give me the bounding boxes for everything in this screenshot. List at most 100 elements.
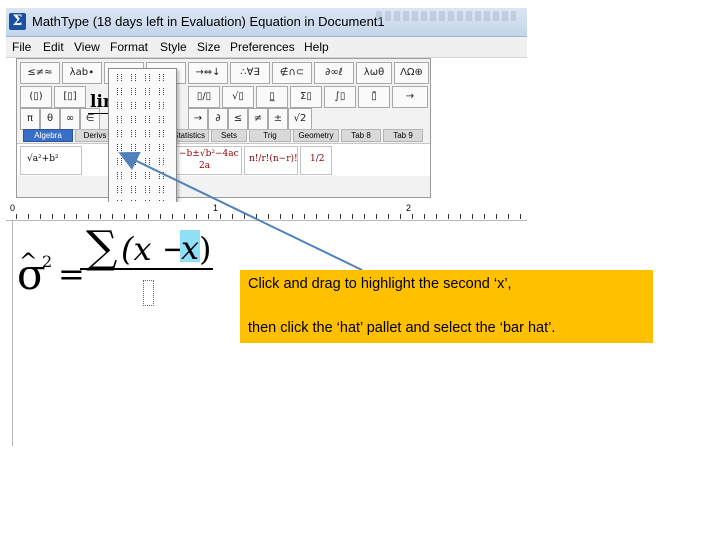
instruction-line-2: then click the ‘hat’ pallet and select t… (248, 320, 556, 336)
palette-cell[interactable] (113, 143, 124, 152)
equals-sign: = (58, 255, 85, 293)
palette-cell[interactable] (113, 171, 124, 180)
palette-cell[interactable] (127, 185, 138, 194)
numerator-expression: (x − (121, 230, 189, 268)
menu-preferences[interactable]: Preferences (230, 40, 295, 54)
menu-style[interactable]: Style (160, 40, 187, 54)
arrow-symbols-button[interactable]: →⇔↓ (188, 62, 228, 84)
palette-cell[interactable] (155, 101, 166, 110)
tab-geometry[interactable]: Geometry (293, 129, 339, 142)
palette-cell[interactable] (141, 171, 152, 180)
palette-cell[interactable] (113, 129, 124, 138)
tab-8[interactable]: Tab 8 (341, 129, 381, 142)
partial-button[interactable]: ∂ (208, 108, 228, 130)
document-left-edge (12, 220, 13, 446)
palette-cell[interactable] (155, 73, 166, 82)
overbar-templates-button[interactable]: ▯̄ (358, 86, 390, 108)
logical-symbols-button[interactable]: ∴∀∃ (230, 62, 270, 84)
palette-cell[interactable] (155, 115, 166, 124)
palette-cell[interactable] (127, 157, 138, 166)
infinity-button[interactable]: ∞ (60, 108, 80, 130)
combination-template-label: n!/r!(n−r)! (249, 154, 298, 164)
palette-cell[interactable] (127, 143, 138, 152)
palette-cell[interactable] (155, 129, 166, 138)
combination-template[interactable]: n!/r!(n−r)! (244, 146, 298, 175)
palette-cell[interactable] (127, 87, 138, 96)
fraction-bar (80, 268, 213, 270)
theta-button[interactable]: θ (40, 108, 60, 130)
right-arrow-button[interactable]: → (188, 108, 208, 130)
less-equal-button[interactable]: ≤ (228, 108, 248, 130)
instruction-callout: Click and drag to highlight the second ‘… (240, 270, 653, 343)
palette-cell[interactable] (113, 185, 124, 194)
palette-cell[interactable] (127, 171, 138, 180)
greek-lowercase-button[interactable]: λωθ (356, 62, 392, 84)
not-equal-button[interactable]: ≠ (248, 108, 268, 130)
menu-help[interactable]: Help (304, 40, 329, 54)
menu-view[interactable]: View (74, 40, 100, 54)
hat-accent: ^ (19, 250, 38, 275)
palette-cell[interactable] (141, 129, 152, 138)
palette-cell[interactable] (141, 115, 152, 124)
selected-x[interactable]: x (180, 230, 200, 266)
subscript-templates-button[interactable]: ▯̲ (256, 86, 288, 108)
tab-trig[interactable]: Trig (249, 129, 291, 142)
tab-9[interactable]: Tab 9 (383, 129, 423, 142)
menu-size[interactable]: Size (197, 40, 220, 54)
palette-cell[interactable] (113, 101, 124, 110)
embellishment-palette (108, 68, 177, 213)
sqrt2-button[interactable]: √2 (288, 108, 312, 130)
mathtype-toolbar: ≤≠≈ λab∙ ⁎⁏∴ ±•⊗ →⇔↓ ∴∀∃ ∉∩⊂ ∂∞ℓ λωθ ΛΩ⊕… (16, 58, 431, 198)
tab-algebra[interactable]: Algebra (23, 129, 73, 142)
palette-cell[interactable] (113, 157, 124, 166)
palette-cell[interactable] (155, 157, 166, 166)
arrow-templates-button[interactable]: → (392, 86, 428, 108)
palette-cell[interactable] (141, 157, 152, 166)
palette-cell[interactable] (141, 143, 152, 152)
ruler-ticks (16, 214, 521, 219)
radical-templates-button[interactable]: √▯ (222, 86, 254, 108)
palette-cell[interactable] (155, 171, 166, 180)
misc-symbols-button[interactable]: ∂∞ℓ (314, 62, 354, 84)
plus-minus-button[interactable]: ± (268, 108, 288, 130)
instruction-line-1: Click and drag to highlight the second ‘… (248, 276, 512, 292)
bracket-templates-button[interactable]: [▯] (54, 86, 86, 108)
palette-cell[interactable] (127, 101, 138, 110)
set-theory-symbols-button[interactable]: ∉∩⊂ (272, 62, 312, 84)
palette-cell[interactable] (127, 115, 138, 124)
palette-cell[interactable] (141, 101, 152, 110)
fraction-templates-button[interactable]: ▯/▯ (188, 86, 220, 108)
spaces-ellipses-button[interactable]: λab∙ (62, 62, 102, 84)
palette-cell[interactable] (113, 87, 124, 96)
pi-button[interactable]: π (20, 108, 40, 130)
palette-cell[interactable] (141, 185, 152, 194)
palette-cell[interactable] (141, 73, 152, 82)
palette-cell[interactable] (155, 143, 166, 152)
menu-format[interactable]: Format (110, 40, 148, 54)
closing-paren: ) (199, 230, 212, 268)
menu-file[interactable]: File (12, 40, 31, 54)
palette-cell[interactable] (141, 87, 152, 96)
empty-denominator-slot[interactable] (143, 280, 154, 306)
menu-edit[interactable]: Edit (43, 40, 64, 54)
relational-symbols-button[interactable]: ≤≠≈ (20, 62, 60, 84)
palette-cell[interactable] (155, 87, 166, 96)
title-bar-overlap (376, 11, 516, 21)
summation-symbol: ∑ (86, 222, 118, 273)
half-fraction-template[interactable]: 1/2 (300, 146, 332, 175)
palette-cell[interactable] (127, 73, 138, 82)
palette-cell[interactable] (113, 73, 124, 82)
greek-uppercase-button[interactable]: ΛΩ⊕ (394, 62, 429, 84)
half-fraction-template-label: 1/2 (310, 154, 325, 164)
palette-cell[interactable] (113, 115, 124, 124)
summation-templates-button[interactable]: Σ▯ (290, 86, 322, 108)
tab-sets[interactable]: Sets (211, 129, 247, 142)
palette-cell[interactable] (155, 185, 166, 194)
quadratic-template[interactable]: −b±√b²−4ac 2a (174, 146, 242, 175)
palette-tab-row: Algebra Derivs Statistics Sets Trig Geom… (17, 129, 430, 142)
integral-templates-button[interactable]: ∫▯ (324, 86, 356, 108)
palette-cell[interactable] (127, 129, 138, 138)
hypotenuse-template-label: √a²+b² (27, 154, 59, 164)
hypotenuse-template[interactable]: √a²+b² (20, 146, 82, 175)
fence-templates-button[interactable]: (▯) (20, 86, 52, 108)
